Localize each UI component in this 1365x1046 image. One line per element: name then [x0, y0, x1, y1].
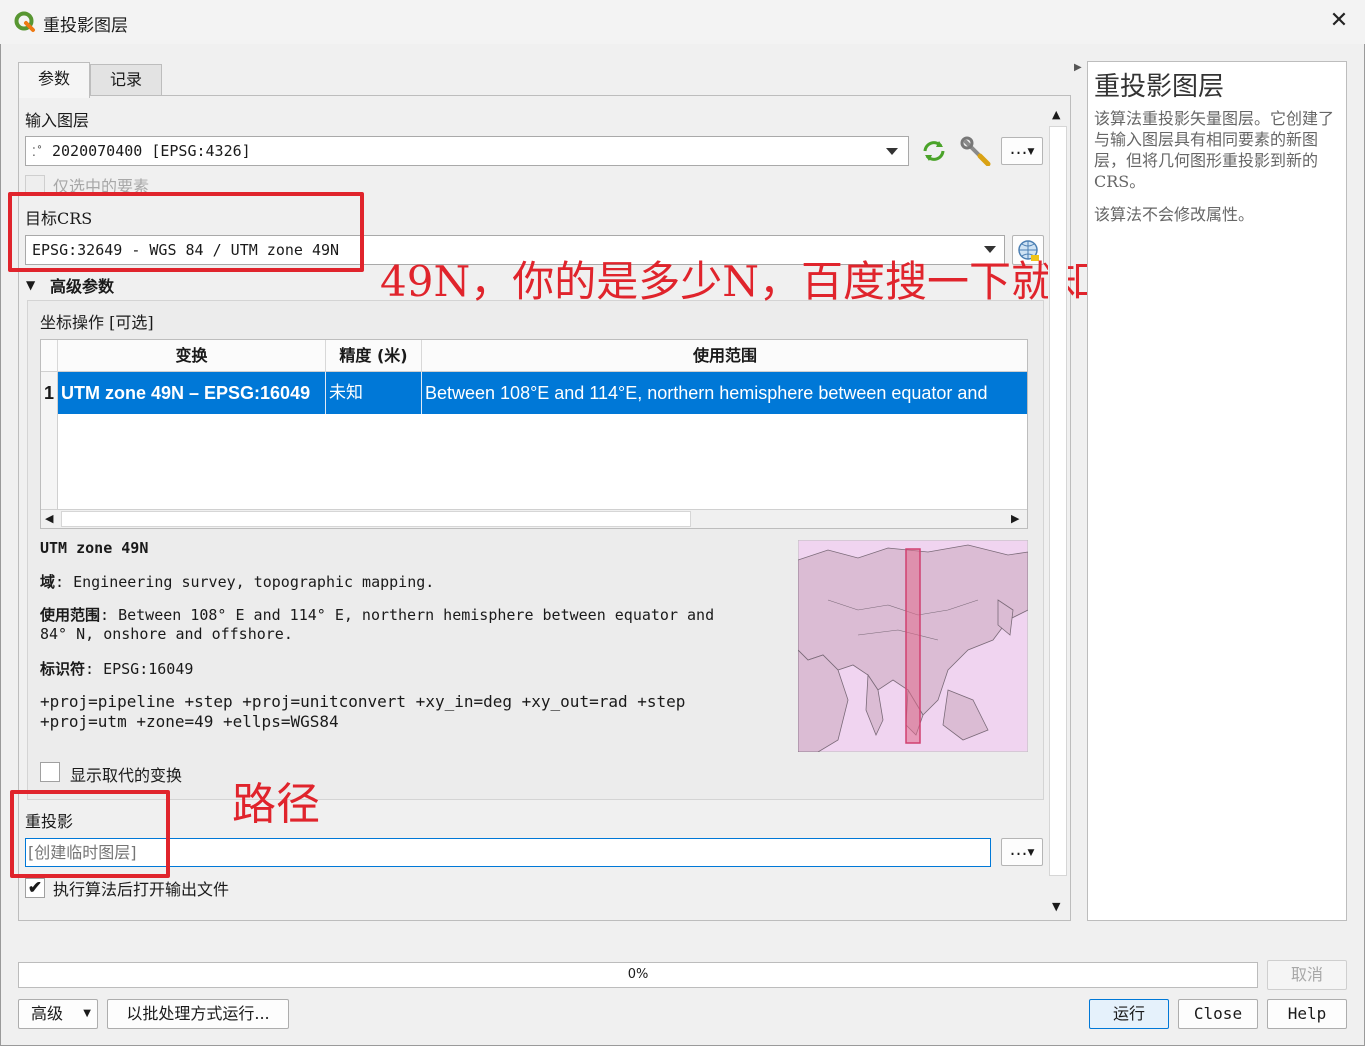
help-para-2: 该算法不会修改属性。: [1094, 205, 1255, 224]
progress-text: 0%: [627, 967, 649, 982]
help-para-1: 该算法重投影矢量图层。它创建了与输入图层具有相同要素的新图层，但将几何图形重投影…: [1094, 109, 1335, 191]
area-line-2: 84° N, onshore and offshore.: [40, 625, 293, 643]
more-label: …: [1009, 839, 1028, 860]
output-highlight-box: [10, 790, 170, 878]
row-gutter: [41, 414, 58, 510]
help-title: 重投影图层: [1094, 72, 1225, 102]
batch-process-button[interactable]: 以批处理方式运行...: [107, 999, 289, 1029]
run-button[interactable]: 运行: [1089, 999, 1169, 1029]
vertical-scrollbar[interactable]: ▲ ▼: [1048, 104, 1068, 918]
input-layer-label: 输入图层: [25, 111, 90, 130]
horizontal-scrollbar[interactable]: ◀ ▶: [41, 509, 1027, 528]
scrollbar-thumb[interactable]: [61, 511, 691, 527]
scroll-left-icon[interactable]: ◀: [45, 512, 53, 525]
cell-accuracy[interactable]: 未知: [326, 372, 422, 414]
tab-log[interactable]: 记录: [90, 64, 162, 96]
proj-line-1: +proj=pipeline +step +proj=unitconvert +…: [40, 692, 686, 711]
column-header-transform[interactable]: 变换: [58, 340, 326, 372]
close-button[interactable]: Close: [1178, 999, 1258, 1029]
cell-transform[interactable]: UTM zone 49N – EPSG:16049: [58, 372, 326, 414]
chevron-down-icon: ▼: [83, 1008, 91, 1019]
id-line: 标识符: EPSG:16049: [40, 658, 193, 679]
advanced-dropdown-button[interactable]: 高级 ▼: [18, 999, 98, 1029]
crs-highlight-box: [8, 192, 364, 272]
help-button[interactable]: Help: [1267, 999, 1347, 1029]
iterate-icon[interactable]: [920, 138, 948, 164]
progress-bar: 0%: [18, 962, 1258, 988]
row-number[interactable]: 1: [41, 372, 58, 414]
column-header-area[interactable]: 使用范围: [422, 340, 1027, 372]
expand-help-icon[interactable]: ▶: [1074, 62, 1082, 73]
show-superseded-label: 显示取代的变换: [70, 766, 183, 785]
window-title: 重投影图层: [43, 16, 128, 36]
chevron-down-icon: [886, 148, 898, 155]
area-value: : Between 108° E and 114° E, northern he…: [100, 606, 715, 624]
close-window-button[interactable]: ✕: [1324, 6, 1354, 36]
transform-name: UTM zone 49N: [40, 539, 149, 557]
scroll-right-icon[interactable]: ▶: [1011, 512, 1019, 525]
cancel-button[interactable]: 取消: [1267, 960, 1347, 990]
area-of-use-map: [798, 540, 1028, 752]
show-superseded-checkbox[interactable]: [40, 762, 60, 782]
id-label: 标识符: [40, 660, 86, 678]
path-annotation: 路径: [232, 779, 320, 830]
point-layer-icon: ⁚˚: [32, 145, 44, 159]
chevron-down-icon: [984, 246, 996, 253]
input-layer-more-button[interactable]: …▼: [1001, 137, 1043, 165]
open-after-label: 执行算法后打开输出文件: [53, 880, 230, 899]
coord-op-label: 坐标操作 [可选]: [40, 313, 154, 332]
open-after-checkbox[interactable]: ✔: [25, 878, 45, 898]
chevron-down-icon: ▼: [1027, 848, 1035, 858]
help-panel: 重投影图层 该算法重投影矢量图层。它创建了与输入图层具有相同要素的新图层，但将几…: [1087, 61, 1347, 921]
transform-table: 变换 精度 (米) 使用范围 1 UTM zone 49N – EPSG:160…: [40, 339, 1028, 529]
advanced-params-label[interactable]: 高级参数: [50, 273, 114, 297]
cell-area[interactable]: Between 108°E and 114°E, northern hemisp…: [422, 372, 1027, 414]
scope-value: : Engineering survey, topographic mappin…: [55, 573, 435, 591]
collapse-triangle-icon[interactable]: ▼: [26, 278, 35, 292]
scope-line: 域: Engineering survey, topographic mappi…: [40, 571, 434, 592]
area-line-1: 使用范围: Between 108° E and 114° E, norther…: [40, 604, 714, 625]
scroll-down-icon[interactable]: ▼: [1052, 900, 1060, 913]
column-header-accuracy[interactable]: 精度 (米): [326, 340, 422, 372]
proj-line-2: +proj=utm +zone=49 +ellps=WGS84: [40, 712, 339, 731]
advanced-button-label: 高级: [31, 1004, 64, 1023]
id-value: : EPSG:16049: [85, 660, 194, 678]
scrollbar-thumb[interactable]: [1049, 126, 1067, 876]
wrench-icon[interactable]: [960, 136, 992, 166]
scope-label: 域: [40, 573, 56, 591]
area-label: 使用范围: [40, 606, 101, 624]
tab-parameters[interactable]: 参数: [18, 62, 90, 98]
title-bar: [0, 0, 1365, 44]
output-more-button[interactable]: …▼: [1001, 838, 1043, 866]
qgis-logo-icon: [14, 11, 35, 32]
input-layer-value: 2020070400 [EPSG:4326]: [52, 142, 251, 160]
corner-header: [41, 340, 58, 372]
scroll-up-icon[interactable]: ▲: [1052, 108, 1060, 121]
input-layer-combo[interactable]: ⁚˚ 2020070400 [EPSG:4326]: [25, 136, 909, 166]
chevron-down-icon: ▼: [1027, 147, 1035, 157]
more-label: …: [1009, 138, 1028, 159]
